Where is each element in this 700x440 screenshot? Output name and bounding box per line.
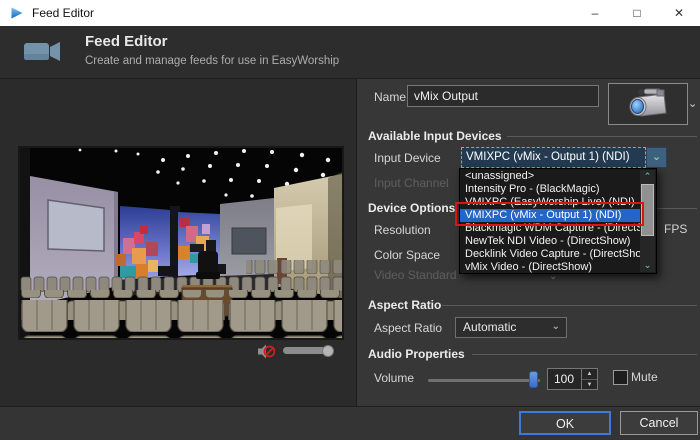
close-button[interactable]: ✕ [658, 0, 700, 26]
resolution-label: Resolution [374, 223, 431, 237]
section-device-options: Device Options [368, 201, 455, 215]
feed-editor-dialog: Feed Editor – □ ✕ Feed Editor Create and… [0, 0, 700, 440]
video-camera-icon [24, 38, 64, 65]
volume-label: Volume [374, 371, 414, 385]
input-device-chevron-icon[interactable]: ⌄ [646, 147, 667, 168]
color-space-label: Color Space [374, 248, 440, 262]
aspect-ratio-chevron-icon: ⌄ [552, 318, 560, 335]
scroll-down-icon[interactable]: ⌄ [640, 259, 655, 272]
input-device-dropdown-list: <unassigned> Intensity Pro - (BlackMagic… [459, 168, 657, 274]
device-list-item[interactable]: Intensity Pro - (BlackMagic) [460, 183, 643, 196]
list-scrollbar[interactable]: ⌃ ⌄ [640, 170, 655, 272]
aspect-ratio-label: Aspect Ratio [374, 321, 442, 335]
aspect-ratio-value: Automatic [463, 320, 516, 334]
muted-speaker-icon[interactable] [258, 344, 275, 359]
scrollbar-thumb[interactable] [641, 184, 654, 236]
device-list-item[interactable]: Blackmagic WDM Capture - (DirectShow) [460, 222, 643, 235]
section-line [442, 305, 697, 306]
feed-type-chevron-icon[interactable]: ⌄ [688, 97, 697, 110]
volume-value: 100 [554, 369, 574, 389]
header-subtitle: Create and manage feeds for use in EasyW… [85, 55, 339, 67]
mute-checkbox[interactable] [613, 370, 628, 385]
title-bar: Feed Editor – □ ✕ [0, 0, 700, 27]
volume-spinner[interactable]: 100 ▲ ▼ [547, 368, 598, 390]
aspect-ratio-dropdown[interactable]: Automatic ⌄ [455, 317, 567, 338]
scroll-up-icon[interactable]: ⌃ [640, 170, 655, 183]
name-input[interactable]: vMix Output [407, 85, 599, 107]
input-channel-label: Input Channel [374, 176, 449, 190]
device-list-item[interactable]: <unassigned> [460, 170, 643, 183]
input-device-combobox[interactable]: VMIXPC (vMix - Output 1) (NDI) [461, 147, 646, 168]
preview-volume-knob[interactable] [322, 345, 334, 357]
camcorder-icon [627, 87, 671, 121]
minimize-button[interactable]: – [574, 0, 616, 26]
device-list-item[interactable]: vMix Video - (DirectShow) [460, 261, 643, 274]
input-device-label: Input Device [374, 151, 441, 165]
volume-slider-handle[interactable] [529, 371, 538, 388]
device-list-item[interactable]: VMIXPC (vMix - Output 1) (NDI) [460, 209, 643, 222]
window-title: Feed Editor [32, 0, 94, 26]
name-label: Name [374, 90, 406, 104]
video-standard-label: Video Standard [374, 268, 457, 282]
volume-slider-track[interactable] [428, 379, 540, 382]
device-list-item[interactable]: VMIXPC (EasyWorship Live) (NDI) [460, 196, 643, 209]
mute-label: Mute [631, 370, 658, 384]
section-aspect-ratio: Aspect Ratio [368, 298, 441, 312]
section-available-input-devices: Available Input Devices [368, 129, 502, 143]
section-line [507, 136, 697, 137]
ok-button[interactable]: OK [519, 411, 611, 435]
section-line [472, 354, 697, 355]
fps-label: FPS [664, 222, 687, 236]
device-list-item[interactable]: NewTek NDI Video - (DirectShow) [460, 235, 643, 248]
cancel-button[interactable]: Cancel [620, 411, 698, 435]
spinner-up-icon[interactable]: ▲ [582, 369, 597, 379]
spinner-down-icon[interactable]: ▼ [582, 379, 597, 389]
easyworship-logo-icon [9, 5, 25, 21]
feed-type-button[interactable] [608, 83, 688, 125]
maximize-button[interactable]: □ [616, 0, 658, 26]
header-title: Feed Editor [85, 33, 168, 50]
preview-image [20, 148, 342, 338]
device-list-item[interactable]: Decklink Video Capture - (DirectShow) [460, 248, 643, 261]
section-audio-properties: Audio Properties [368, 347, 465, 361]
